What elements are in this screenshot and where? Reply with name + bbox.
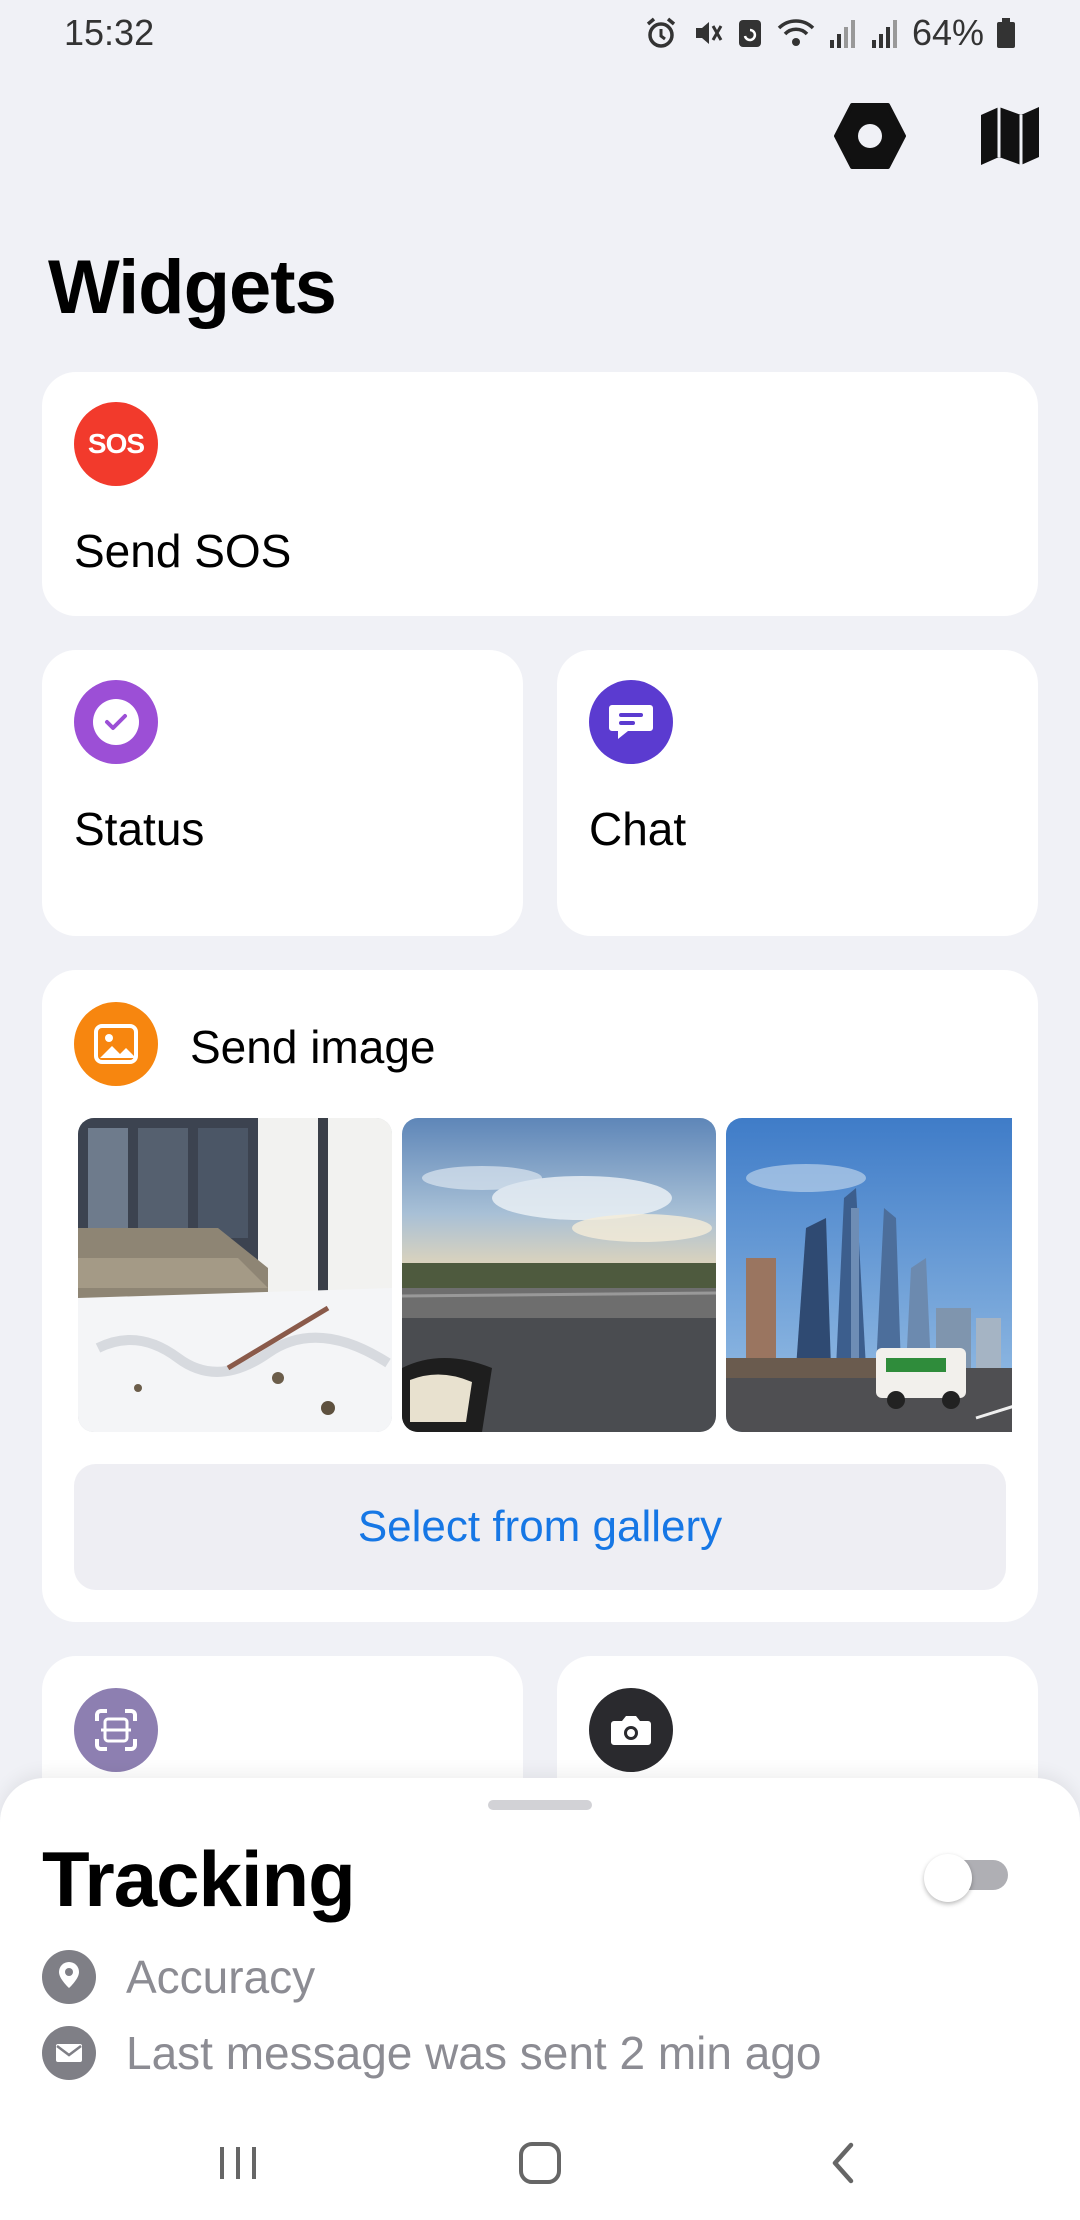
envelope-icon <box>42 2026 96 2080</box>
chat-label: Chat <box>589 803 687 855</box>
sheet-drag-handle[interactable] <box>488 1800 592 1810</box>
send-sos-card[interactable]: SOS Send SOS <box>42 372 1038 616</box>
alarm-icon <box>644 16 678 50</box>
signal-icon <box>870 16 900 50</box>
select-from-gallery-button[interactable]: Select from gallery <box>74 1464 1006 1590</box>
system-nav-bar <box>0 2110 1080 2220</box>
accuracy-row: Accuracy <box>42 1950 315 2004</box>
location-pin-icon <box>42 1950 96 2004</box>
tracking-title: Tracking <box>42 1835 356 1923</box>
home-button[interactable] <box>500 2130 580 2200</box>
send-image-label: Send image <box>190 1021 436 1073</box>
camera-icon <box>589 1688 673 1772</box>
battery-percent: 64% <box>911 12 984 53</box>
tracking-toggle[interactable] <box>924 1854 1010 1902</box>
back-button[interactable] <box>802 2130 882 2200</box>
check-circle-icon <box>74 680 158 764</box>
chat-card[interactable]: Chat <box>557 650 1038 936</box>
toggle-knob <box>924 1854 972 1902</box>
status-label: Status <box>74 803 205 855</box>
image-thumbnails <box>78 1118 1012 1432</box>
map-button[interactable] <box>972 100 1048 176</box>
send-sos-label: Send SOS <box>74 525 292 577</box>
wifi-icon <box>776 16 816 50</box>
last-message-row: Last message was sent 2 min ago <box>42 2026 821 2080</box>
scan-icon <box>74 1688 158 1772</box>
mute-icon <box>690 16 724 50</box>
settings-icon <box>834 102 906 174</box>
last-message-text: Last message was sent 2 min ago <box>126 2027 822 2079</box>
sos-icon: SOS <box>74 402 158 486</box>
page-title: Widgets <box>48 245 337 330</box>
sos-badge-text: SOS <box>87 428 145 459</box>
recent-apps-icon <box>216 2143 260 2188</box>
home-icon <box>517 2140 563 2191</box>
settings-button[interactable] <box>832 100 908 176</box>
status-bar: 15:32 64% <box>0 0 1080 64</box>
status-card[interactable]: Status <box>42 650 523 936</box>
accuracy-label: Accuracy <box>126 1951 316 2003</box>
recent-apps-button[interactable] <box>198 2130 278 2200</box>
battery-icon <box>996 16 1016 50</box>
photo-city-skyscrapers[interactable] <box>726 1118 1012 1432</box>
photo-snowy-porch[interactable] <box>78 1118 392 1432</box>
signal-icon <box>828 16 858 50</box>
map-icon <box>977 103 1043 174</box>
chat-bubble-icon <box>589 680 673 764</box>
image-icon <box>74 1002 158 1086</box>
sync-icon <box>736 16 764 50</box>
status-icons: 64% <box>644 12 1016 54</box>
photo-road-sunset[interactable] <box>402 1118 716 1432</box>
status-time: 15:32 <box>64 12 155 53</box>
back-icon <box>827 2141 857 2190</box>
